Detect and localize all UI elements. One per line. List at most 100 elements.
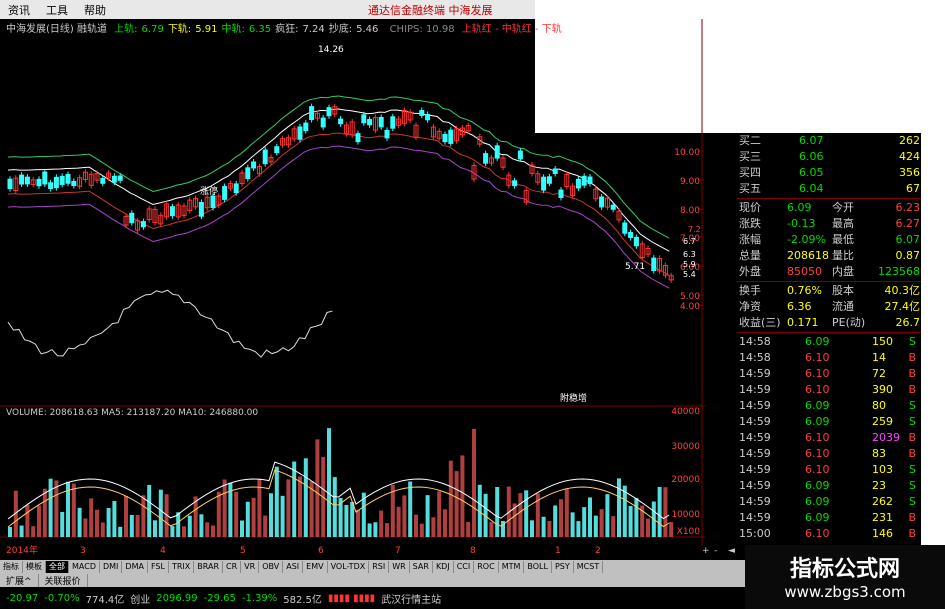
volume-bar — [454, 471, 459, 537]
tick-row: 14:59 6.10 2039 B — [737, 430, 922, 446]
tick-volume: 14 — [872, 351, 886, 364]
volume-bar — [408, 481, 413, 537]
volume-bar — [576, 521, 581, 537]
watermark-title: 指标公式网 — [789, 557, 900, 582]
menu-item-help[interactable]: 帮助 — [76, 2, 114, 18]
candle-body — [581, 175, 587, 186]
tab-dma[interactable]: DMA — [122, 561, 148, 573]
volume-axis-label: 10000 — [671, 510, 700, 520]
status-server[interactable]: 武汉行情主站 — [381, 591, 441, 606]
tick-price: 6.10 — [805, 447, 830, 460]
volume-bar — [100, 522, 105, 537]
tab-全部[interactable]: 全部 — [46, 561, 69, 573]
stat-value: -2.09% — [787, 233, 826, 246]
high-price-label: 14.26 — [318, 45, 344, 55]
zoom-out-button[interactable]: - — [714, 546, 717, 556]
stat-value: 6.27 — [895, 217, 921, 230]
status-index-change: -20.97 — [6, 592, 39, 604]
volume-bar — [570, 512, 575, 537]
volume-bar — [135, 514, 140, 537]
candle-body — [245, 167, 251, 180]
expand-button[interactable]: 扩展^ — [0, 574, 39, 587]
tick-volume: 150 — [872, 335, 893, 348]
stock-title: 中海发展(日线) 融轨道 — [6, 24, 107, 35]
candle-body — [425, 113, 431, 121]
tab-vr[interactable]: VR — [241, 561, 260, 573]
tick-time: 14:59 — [739, 447, 771, 460]
chart-area[interactable]: 10.00 9.00 8.00 7.00 6.00 5.00 4.00 40000 30000 2… — [0, 19, 705, 559]
volume-bar — [437, 491, 442, 537]
candle-body — [338, 118, 344, 125]
indicator-item-2: 中轨: — [221, 24, 245, 35]
tab-brar[interactable]: BRAR — [194, 561, 224, 573]
indicator-info-bar: 中海发展(日线) 融轨道 上轨: 6.79 下轨: 5.91 中轨: 6.35 疯狂: 7.2… — [6, 20, 566, 35]
tab-vol-tdx[interactable]: VOL-TDX — [328, 561, 370, 573]
tab-fsl[interactable]: FSL — [148, 561, 169, 573]
scroll-left-button[interactable]: ◄ — [728, 546, 735, 556]
indicator-item-1: 下轨: — [167, 24, 192, 35]
tab-asi[interactable]: ASI — [283, 561, 304, 573]
candle-body — [355, 133, 361, 143]
stat-value: 0.76% — [787, 284, 822, 297]
tab-roc[interactable]: ROC — [474, 561, 499, 573]
volume-bar — [234, 491, 239, 537]
tick-time: 14:59 — [739, 415, 771, 428]
tab-kdj[interactable]: KDJ — [433, 561, 454, 573]
volume-bar — [292, 461, 297, 537]
candle-body — [222, 186, 228, 200]
book-price: 6.07 — [799, 134, 824, 147]
stat-row: 总量 208618 量比 0.87 — [737, 248, 922, 264]
related-quote-button[interactable]: 关联报价 — [39, 574, 88, 587]
stat-label: 股本 — [832, 284, 854, 297]
time-axis-label: 3 — [80, 546, 86, 556]
status-bar: -20.97 -0.70% 774.4亿 创业 2096.99 -29.65 -… — [0, 587, 745, 609]
tab-sar[interactable]: SAR — [410, 561, 433, 573]
right-value-label: 6.7 — [683, 237, 696, 246]
volume-bar — [129, 514, 134, 537]
right-toolbar[interactable] — [921, 133, 945, 578]
tab-cci[interactable]: CCI — [454, 561, 475, 573]
stat-value: 208618 — [787, 249, 829, 262]
candle-body — [65, 173, 71, 184]
tab-trix[interactable]: TRIX — [169, 561, 195, 573]
tab-rsi[interactable]: RSI — [369, 561, 390, 573]
volume-bar — [547, 521, 552, 537]
menu-item-info[interactable]: 资讯 — [0, 2, 38, 18]
tab-模板[interactable]: 模板 — [23, 561, 46, 573]
chart-scroll-controls[interactable]: + - ◄ — [700, 545, 745, 560]
tab-obv[interactable]: OBV — [259, 561, 284, 573]
menu-item-tools[interactable]: 工具 — [38, 2, 76, 18]
candle-body — [546, 176, 552, 184]
tab-指标[interactable]: 指标 — [0, 561, 23, 573]
right-value-label: 5.9 — [683, 260, 696, 269]
tick-row: 14:59 6.09 23 S — [737, 478, 922, 494]
limit-up-label: 涨停 — [200, 185, 218, 197]
tab-emv[interactable]: EMV — [303, 561, 328, 573]
candle-body — [309, 106, 315, 121]
book-volume: 262 — [899, 134, 920, 147]
candle-body — [262, 149, 268, 165]
candle-body — [599, 196, 605, 208]
stat-label: 外盘 — [739, 265, 761, 278]
tab-psy[interactable]: PSY — [552, 561, 574, 573]
candle-body — [233, 183, 239, 194]
low-price-label: 5.71 — [625, 262, 645, 272]
zoom-in-button[interactable]: + — [702, 546, 710, 556]
candle-body — [622, 222, 628, 234]
tab-mtm[interactable]: MTM — [499, 561, 525, 573]
tick-row: 15:00 6.10 146 B — [737, 526, 922, 542]
volume-bar — [31, 526, 36, 537]
tab-boll[interactable]: BOLL — [524, 561, 552, 573]
volume-bar — [448, 460, 453, 537]
volume-bar — [425, 495, 430, 537]
tick-time: 14:59 — [739, 383, 771, 396]
kline-chart[interactable]: 10.009.008.007.006.005.004.0040000300002… — [0, 19, 705, 559]
tab-macd[interactable]: MACD — [69, 561, 100, 573]
tab-cr[interactable]: CR — [223, 561, 242, 573]
volume-bar — [280, 495, 285, 537]
tab-dmi[interactable]: DMI — [100, 561, 123, 573]
candle-body — [633, 236, 639, 247]
tab-mcst[interactable]: MCST — [574, 561, 604, 573]
tab-wr[interactable]: WR — [389, 561, 410, 573]
status-cyb-pct: -1.39% — [241, 592, 278, 604]
